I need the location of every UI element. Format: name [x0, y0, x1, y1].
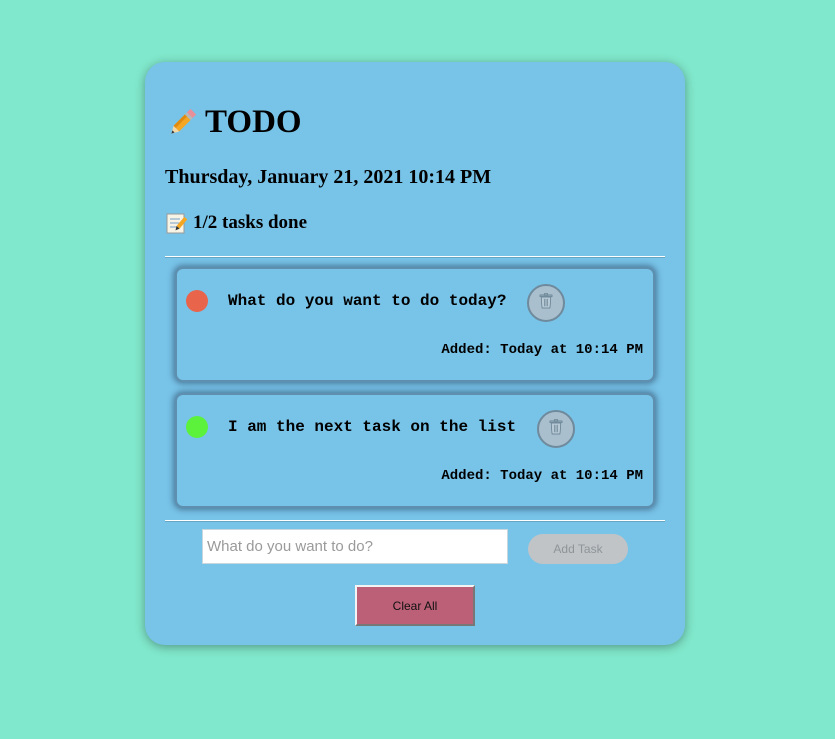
bottom-divider [165, 520, 665, 521]
delete-task-button[interactable] [527, 284, 565, 322]
status-toggle[interactable] [186, 416, 208, 438]
tasks-progress: 1/2 tasks done [165, 212, 307, 234]
clear-all-button[interactable]: Clear All [355, 585, 475, 626]
memo-icon [165, 212, 188, 234]
current-date: Thursday, January 21, 2021 10:14 PM [165, 166, 492, 188]
task-text: What do you want to do today? [228, 292, 507, 310]
trash-icon [539, 293, 553, 313]
task-item: I am the next task on the list Added: To… [175, 393, 655, 508]
todo-card: TODO Thursday, January 21, 2021 10:14 PM… [145, 62, 685, 645]
status-toggle[interactable] [186, 290, 208, 312]
add-task-button[interactable]: Add Task [528, 534, 628, 564]
top-divider [165, 256, 665, 257]
app-title: TODO [165, 104, 302, 141]
task-added-time: Added: Today at 10:14 PM [441, 468, 643, 484]
pencil-icon [165, 106, 199, 140]
trash-icon [549, 419, 563, 439]
task-added-time: Added: Today at 10:14 PM [441, 342, 643, 358]
title-text: TODO [205, 104, 302, 140]
task-text: I am the next task on the list [228, 418, 517, 436]
new-task-input[interactable] [202, 529, 508, 564]
delete-task-button[interactable] [537, 410, 575, 448]
progress-text: 1/2 tasks done [193, 212, 308, 233]
task-item: What do you want to do today? Added: Tod… [175, 267, 655, 382]
